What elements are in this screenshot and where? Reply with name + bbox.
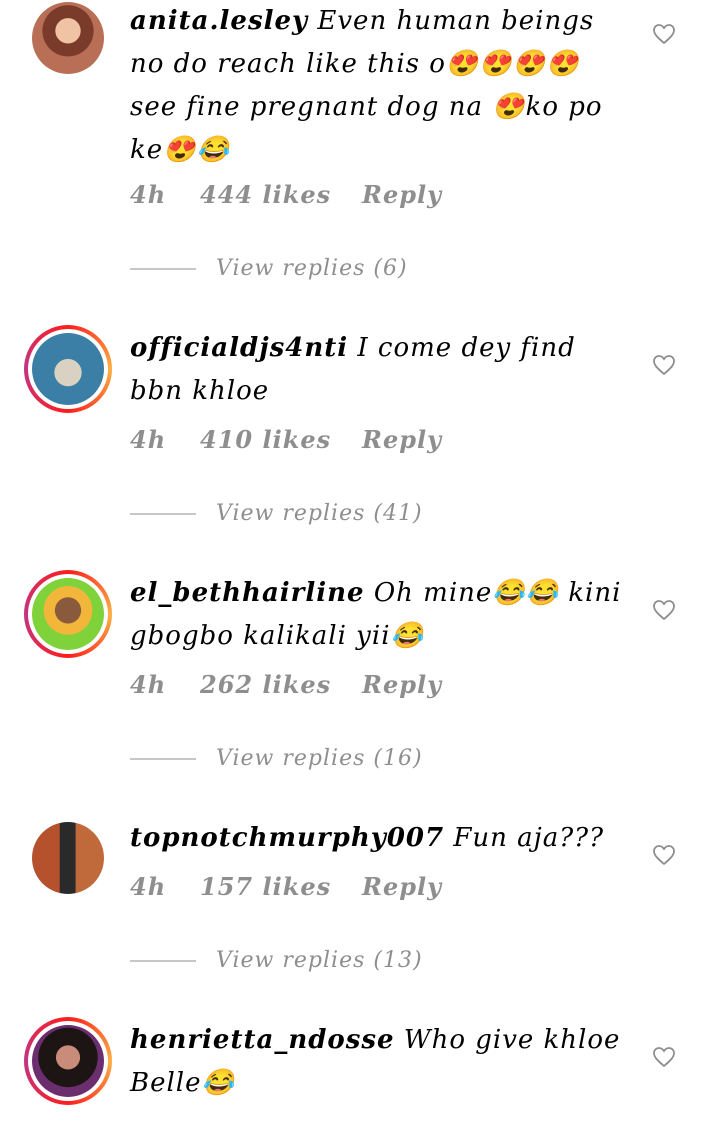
- comment-likes[interactable]: 410 likes: [200, 425, 362, 454]
- heart-outline-icon[interactable]: [652, 1046, 676, 1068]
- comment-meta: 4h 410 likes Reply: [130, 425, 442, 454]
- view-replies-button[interactable]: View replies (13): [130, 948, 423, 973]
- heart-outline-icon[interactable]: [652, 23, 676, 45]
- avatar[interactable]: [32, 822, 104, 894]
- comment-time: 4h: [130, 670, 167, 699]
- heart-outline-icon[interactable]: [652, 844, 676, 866]
- comment-likes[interactable]: 262 likes: [200, 670, 362, 699]
- avatar[interactable]: [32, 2, 104, 74]
- avatar-image: [32, 578, 104, 650]
- avatar-image: [32, 822, 104, 894]
- view-replies-label: View replies (41): [216, 501, 423, 526]
- heart-outline-icon[interactable]: [652, 599, 676, 621]
- replies-divider: [130, 268, 196, 270]
- comment-time: 4h: [130, 872, 167, 901]
- comment-username[interactable]: officialdjs4nti: [130, 333, 348, 363]
- comment-text: henrietta_ndosse Who give khloe Belle😂: [130, 1019, 630, 1105]
- comment-meta: 4h 157 likes Reply: [130, 872, 442, 901]
- comment-body: Fun aja???: [453, 823, 605, 853]
- comment-likes[interactable]: 157 likes: [200, 872, 362, 901]
- heart-outline-icon[interactable]: [652, 354, 676, 376]
- comment-username[interactable]: anita.lesley: [130, 6, 308, 36]
- avatar-image: [32, 2, 104, 74]
- view-replies-button[interactable]: View replies (6): [130, 256, 408, 281]
- view-replies-label: View replies (16): [216, 746, 423, 771]
- comment-meta: 4h 262 likes Reply: [130, 670, 442, 699]
- view-replies-button[interactable]: View replies (16): [130, 746, 423, 771]
- replies-divider: [130, 960, 196, 962]
- view-replies-label: View replies (6): [216, 256, 408, 281]
- avatar-story-ring[interactable]: [24, 570, 112, 658]
- comment-text: officialdjs4nti I come dey find bbn khlo…: [130, 327, 630, 413]
- comment-time: 4h: [130, 180, 167, 209]
- comment-text: anita.lesley Even human beings no do rea…: [130, 0, 630, 172]
- reply-button[interactable]: Reply: [362, 670, 442, 699]
- comment-username[interactable]: topnotchmurphy007: [130, 823, 444, 853]
- comment-text: el_bethhairline Oh mine😂😂 kini gbogbo ka…: [130, 572, 630, 658]
- avatar-image: [32, 1025, 104, 1097]
- comment-username[interactable]: el_bethhairline: [130, 578, 365, 608]
- replies-divider: [130, 513, 196, 515]
- avatar-story-ring[interactable]: [24, 1017, 112, 1105]
- comment-time: 4h: [130, 425, 167, 454]
- reply-button[interactable]: Reply: [362, 180, 442, 209]
- view-replies-label: View replies (13): [216, 948, 423, 973]
- comment-text: topnotchmurphy007 Fun aja???: [130, 817, 630, 860]
- replies-divider: [130, 758, 196, 760]
- comment-meta: 4h 444 likes Reply: [130, 180, 442, 209]
- view-replies-button[interactable]: View replies (41): [130, 501, 423, 526]
- avatar-story-ring[interactable]: [24, 325, 112, 413]
- avatar-image: [32, 333, 104, 405]
- reply-button[interactable]: Reply: [362, 872, 442, 901]
- reply-button[interactable]: Reply: [362, 425, 442, 454]
- comment-username[interactable]: henrietta_ndosse: [130, 1025, 395, 1055]
- comment-likes[interactable]: 444 likes: [200, 180, 362, 209]
